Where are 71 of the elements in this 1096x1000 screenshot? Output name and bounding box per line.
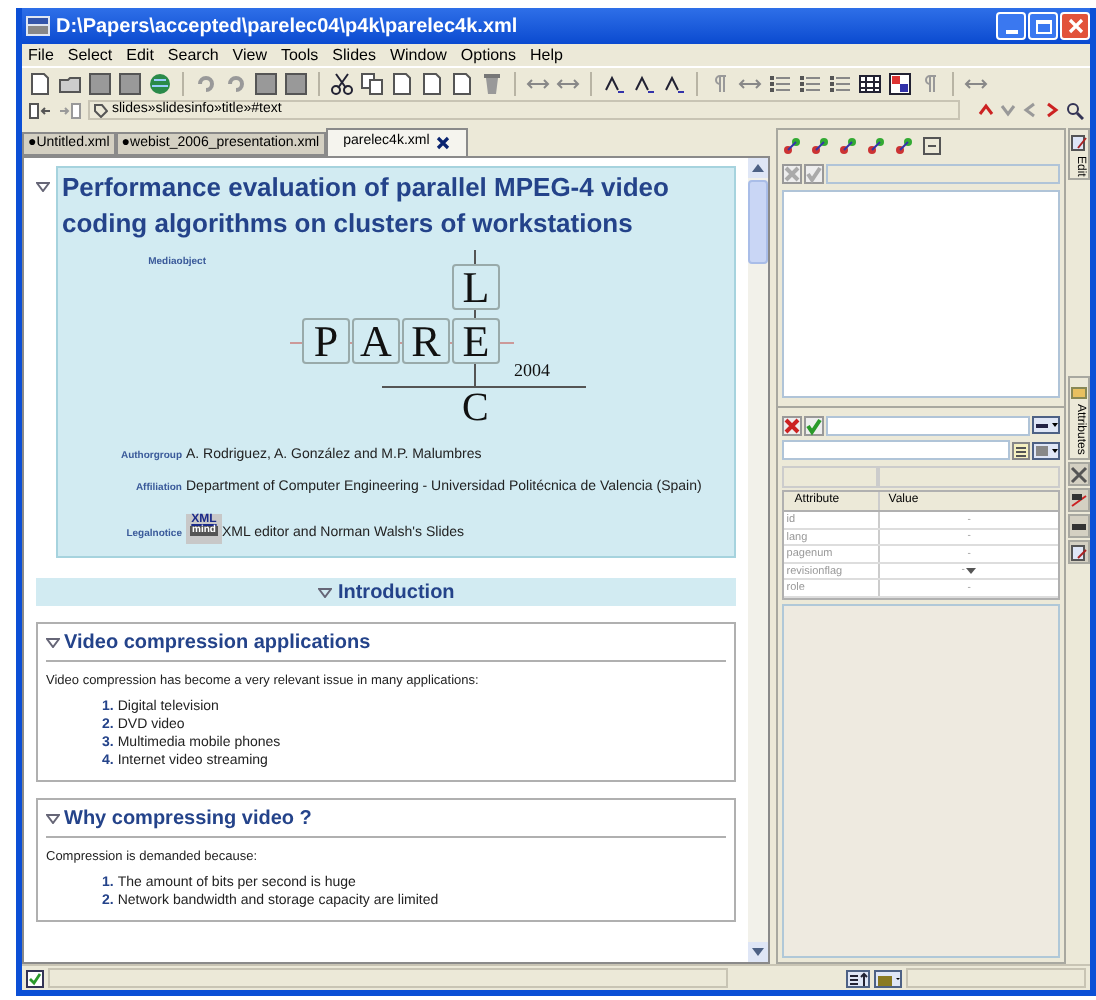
section-heading[interactable]: Video compression applications [64, 628, 371, 658]
page-icon[interactable] [390, 71, 414, 95]
menu-item[interactable]: View [232, 43, 267, 67]
app-icon [26, 16, 50, 36]
menu-item[interactable]: Help [530, 43, 563, 67]
list-pin-icon[interactable] [846, 969, 870, 987]
trash-icon[interactable] [480, 71, 504, 95]
text-field[interactable] [782, 440, 1010, 460]
page-edit-icon[interactable] [1070, 543, 1088, 561]
up-icon[interactable] [978, 101, 994, 117]
page-icon[interactable] [450, 71, 474, 95]
close-icon [1067, 18, 1083, 34]
list-icon[interactable] [1012, 441, 1030, 459]
collapse-icon[interactable] [36, 182, 50, 192]
minimize-button[interactable] [996, 12, 1026, 40]
maximize-icon [1035, 19, 1051, 33]
logo-drawing: L P A R E 2004 C [290, 254, 630, 434]
frame-icon[interactable] [922, 136, 943, 156]
menu-item[interactable]: Search [167, 43, 219, 67]
search-icon[interactable] [1066, 101, 1084, 119]
checkbox-icon[interactable] [26, 969, 44, 987]
new-document-icon[interactable] [28, 71, 52, 95]
collapse-icon[interactable] [46, 814, 60, 824]
node-icon[interactable] [866, 136, 887, 156]
folder-icon[interactable] [58, 71, 82, 95]
menu-item[interactable]: Slides [332, 43, 376, 67]
empty-field [782, 466, 879, 488]
check-icon[interactable] [804, 415, 825, 435]
slide-title[interactable]: Performance evaluation of parallel MPEG-4 video coding algorithms on clusters of workstations [62, 170, 731, 242]
scroll-down-icon[interactable] [748, 942, 769, 962]
window-title: D:\Papers\accepted\parelec04\p4k\parelec4k.xml [56, 13, 518, 41]
menu-item[interactable]: Window [389, 43, 447, 67]
node-icon[interactable] [838, 136, 859, 156]
cancel-icon[interactable] [782, 415, 803, 435]
menu-item[interactable]: Edit [126, 43, 154, 67]
close-button[interactable] [1060, 12, 1090, 40]
vertical-scrollbar[interactable] [748, 158, 769, 962]
right-icon[interactable] [1044, 101, 1060, 117]
copy-icon[interactable] [360, 71, 384, 95]
check-icon[interactable] [804, 164, 825, 184]
dropdown-icon[interactable] [1032, 416, 1060, 434]
image-icon[interactable] [888, 71, 912, 95]
scroll-thumb[interactable] [748, 180, 769, 264]
scroll-up-icon[interactable] [748, 158, 769, 178]
list-icon[interactable] [768, 71, 792, 95]
list-icon[interactable] [798, 71, 822, 95]
menu-item[interactable]: Tools [280, 43, 319, 67]
text-field[interactable] [826, 164, 1060, 184]
menu-item[interactable]: Options [460, 43, 516, 67]
minimize-icon [1005, 30, 1017, 34]
dropdown-arrow-icon[interactable] [966, 567, 977, 574]
tag-icon [94, 103, 108, 117]
page-icon[interactable] [420, 71, 444, 95]
node-icon[interactable] [894, 136, 915, 156]
dropdown-icon[interactable] [1032, 441, 1060, 459]
collapse-icon[interactable] [317, 587, 332, 597]
menu-item[interactable]: Select [67, 43, 113, 67]
node-icon[interactable] [782, 136, 803, 156]
text-field[interactable] [826, 415, 1030, 435]
section-heading[interactable]: Why compressing video ? [64, 804, 312, 834]
node-icon[interactable] [810, 136, 831, 156]
back-icon[interactable] [28, 101, 52, 119]
table-icon[interactable] [858, 71, 882, 95]
scissors-icon[interactable] [330, 71, 354, 95]
collapse-icon[interactable] [46, 638, 60, 648]
part-heading[interactable]: Introduction [337, 577, 455, 607]
menu-item[interactable]: File [28, 43, 54, 67]
list-icon[interactable] [828, 71, 852, 95]
globe-icon[interactable] [148, 71, 172, 95]
close-icon[interactable] [435, 136, 450, 150]
maximize-button[interactable] [1028, 12, 1058, 40]
